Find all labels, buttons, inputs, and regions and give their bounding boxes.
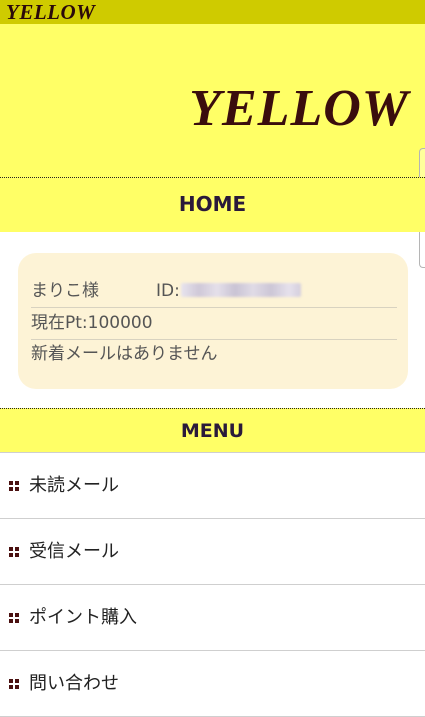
- redacted-id-value: [180, 283, 301, 297]
- banner: YELLOW: [0, 24, 425, 177]
- user-row: まりこ様 ID:: [31, 276, 397, 308]
- menu-item-label: 受信メール: [29, 541, 119, 562]
- grid-bullet-icon: [9, 613, 19, 623]
- menu-item-label: 未読メール: [29, 475, 119, 496]
- user-id: ID:: [156, 276, 301, 307]
- top-bar: YELLOW: [0, 0, 425, 24]
- menu-item-contact[interactable]: 問い合わせ: [0, 651, 425, 717]
- home-section-header: HOME: [0, 177, 425, 232]
- menu-list: 未読メール 受信メール ポイント購入 問い合わせ: [0, 452, 425, 717]
- menu-item-buy-points[interactable]: ポイント購入: [0, 585, 425, 651]
- menu-item-unread-mail[interactable]: 未読メール: [0, 453, 425, 519]
- user-info-card: まりこ様 ID: 現在Pt:100000 新着メールはありません: [18, 253, 408, 389]
- menu-item-inbox[interactable]: 受信メール: [0, 519, 425, 585]
- user-name: まりこ様: [31, 281, 99, 301]
- menu-item-label: ポイント購入: [29, 607, 137, 628]
- grid-bullet-icon: [9, 481, 19, 491]
- small-logo[interactable]: YELLOW: [6, 0, 95, 24]
- points-row: 現在Pt:100000: [31, 308, 397, 340]
- banner-logo[interactable]: YELLOW: [189, 79, 409, 139]
- mail-status-row: 新着メールはありません: [31, 344, 218, 364]
- grid-bullet-icon: [9, 679, 19, 689]
- menu-item-label: 問い合わせ: [29, 673, 119, 694]
- grid-bullet-icon: [9, 547, 19, 557]
- menu-section-header: MENU: [0, 408, 425, 453]
- user-id-label: ID:: [156, 281, 180, 301]
